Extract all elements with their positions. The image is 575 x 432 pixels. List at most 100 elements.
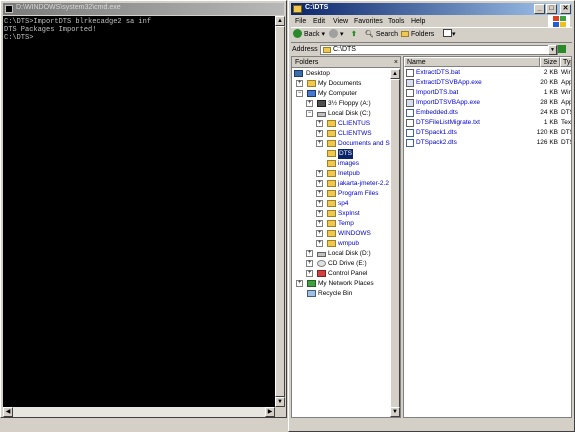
search-label: Search — [375, 31, 399, 38]
desktop-icon — [294, 70, 303, 77]
scroll-thumb[interactable] — [275, 26, 285, 397]
cmd-icon — [5, 5, 13, 13]
folders-vertical-scrollbar[interactable]: ▲ ▼ — [390, 69, 400, 417]
cmd-title-bar[interactable]: D:\WINDOWS\system32\cmd.exe — [3, 3, 284, 15]
tree-label: CLIENTUS — [338, 120, 371, 127]
menu-edit[interactable]: Edit — [313, 18, 325, 25]
scroll-up-icon[interactable]: ▲ — [275, 16, 285, 26]
expand-icon[interactable]: + — [316, 170, 323, 177]
expand-icon[interactable]: + — [316, 220, 323, 227]
tree-label: CLIENTWS — [338, 130, 372, 137]
menu-tools[interactable]: Tools — [388, 18, 404, 25]
file-row[interactable]: ExtractDTSVBApp.exe 20 KB App — [404, 78, 571, 88]
batch-file-icon — [406, 89, 414, 97]
column-header-type[interactable]: Typ — [560, 57, 571, 67]
tree-label: Program Files — [338, 190, 379, 197]
address-input[interactable]: C:\DTS ▼ — [320, 45, 558, 55]
explorer-window: C:\DTS _ □ ✕ File Edit View Favorites To… — [288, 0, 575, 432]
scroll-up-icon[interactable]: ▲ — [390, 69, 400, 79]
folders-pane: Folders × Desktop + My Documents − My Co… — [291, 56, 401, 418]
menu-file[interactable]: File — [295, 18, 306, 25]
recycle-bin-icon — [307, 290, 316, 297]
batch-file-icon — [406, 69, 414, 77]
drive-icon — [317, 112, 326, 117]
computer-icon — [307, 90, 316, 97]
close-button[interactable]: ✕ — [560, 4, 571, 14]
collapse-icon[interactable]: − — [296, 90, 303, 97]
scroll-down-icon[interactable]: ▼ — [390, 407, 400, 417]
scroll-thumb[interactable] — [390, 79, 400, 409]
scroll-left-icon[interactable]: ◀ — [3, 407, 13, 417]
file-row[interactable]: DTSFileListMigrate.txt 1 KB Text — [404, 118, 572, 128]
expand-icon[interactable]: + — [316, 240, 323, 247]
explorer-title-bar[interactable]: C:\DTS _ □ ✕ — [291, 3, 572, 15]
menu-favorites[interactable]: Favorites — [354, 18, 383, 25]
dts-file-icon — [406, 109, 414, 117]
folders-pane-header: Folders × — [292, 57, 400, 68]
application-icon — [406, 99, 414, 107]
folders-label: Folders — [410, 31, 435, 38]
file-size: 1 KB — [543, 89, 558, 96]
maximize-button[interactable]: □ — [546, 4, 557, 14]
file-name: ExtractDTS.bat — [416, 69, 461, 76]
folders-button[interactable]: Folders — [401, 29, 434, 41]
expand-icon[interactable]: + — [296, 80, 303, 87]
column-header-name[interactable]: Name — [404, 57, 540, 67]
file-type: Text — [561, 119, 572, 126]
tree-label: Local Disk (C:) — [328, 110, 371, 117]
views-button[interactable]: ▾ — [443, 29, 456, 41]
folder-icon — [323, 47, 331, 53]
expand-icon[interactable]: + — [316, 130, 323, 137]
expand-icon[interactable]: + — [306, 270, 313, 277]
file-row[interactable]: DTSpack1.dts 120 KB DTS — [404, 128, 571, 138]
menu-view[interactable]: View — [333, 18, 348, 25]
desktop-strip — [0, 418, 288, 432]
tree-label: Local Disk (D:) — [328, 250, 371, 257]
windows-logo-icon — [548, 15, 570, 28]
folder-icon — [327, 160, 336, 167]
expand-icon[interactable]: + — [316, 140, 323, 147]
expand-icon[interactable]: + — [296, 280, 303, 287]
up-folder-icon[interactable]: ⬆ — [351, 29, 357, 41]
expand-icon[interactable]: + — [316, 190, 323, 197]
file-row[interactable]: ImportDTSVBApp.exe 28 KB App — [404, 98, 571, 108]
expand-icon[interactable]: + — [316, 200, 323, 207]
cmd-vertical-scrollbar[interactable]: ▲ ▼ — [275, 16, 285, 407]
forward-arrow-icon — [329, 29, 338, 38]
address-dropdown-icon[interactable]: ▼ — [548, 45, 557, 55]
file-row[interactable]: DTSpack2.dts 126 KB DTS — [404, 138, 571, 148]
file-row[interactable]: Embedded.dts 24 KB DTS — [404, 108, 571, 118]
folder-icon — [327, 220, 336, 227]
tree-label: CD Drive (E:) — [328, 260, 367, 267]
folder-icon — [327, 120, 336, 127]
tree-label: 3½ Floppy (A:) — [328, 100, 371, 107]
scroll-right-icon[interactable]: ▶ — [265, 407, 275, 417]
expand-icon[interactable]: + — [316, 210, 323, 217]
back-button[interactable]: Back ▾ — [293, 29, 325, 41]
tree-label: jakarta-jmeter-2.2 — [338, 180, 389, 187]
expand-icon[interactable]: + — [316, 180, 323, 187]
search-button[interactable]: 🔍︎ Search — [365, 29, 398, 41]
file-size: 20 KB — [540, 79, 558, 86]
menu-help[interactable]: Help — [411, 18, 425, 25]
cmd-horizontal-scrollbar[interactable]: ◀ ▶ — [3, 407, 275, 417]
expand-icon[interactable]: + — [306, 100, 313, 107]
file-name: ImportDTS.bat — [416, 89, 459, 96]
expand-icon[interactable]: + — [316, 120, 323, 127]
expand-icon[interactable]: + — [306, 260, 313, 267]
tree-label-selected: DTS — [338, 149, 353, 159]
explorer-title: C:\DTS — [305, 4, 329, 11]
minimize-button[interactable]: _ — [534, 4, 545, 14]
folder-icon — [327, 190, 336, 197]
expand-icon[interactable]: + — [306, 250, 313, 257]
file-row[interactable]: ExtractDTS.bat 2 KB Wind — [404, 68, 571, 78]
scroll-down-icon[interactable]: ▼ — [275, 397, 285, 407]
column-header-size[interactable]: Size — [540, 57, 560, 67]
console-line: C:\DTS>ImportDTS blrkecadge2 sa inf — [4, 18, 152, 26]
cmd-console[interactable]: C:\DTS>ImportDTS blrkecadge2 sa inf DTS P… — [3, 16, 275, 407]
forward-button[interactable]: ▾ — [329, 29, 344, 41]
collapse-icon[interactable]: − — [306, 110, 313, 117]
close-pane-icon[interactable]: × — [394, 57, 398, 68]
file-row[interactable]: ImportDTS.bat 1 KB Wind — [404, 88, 571, 98]
expand-icon[interactable]: + — [316, 230, 323, 237]
